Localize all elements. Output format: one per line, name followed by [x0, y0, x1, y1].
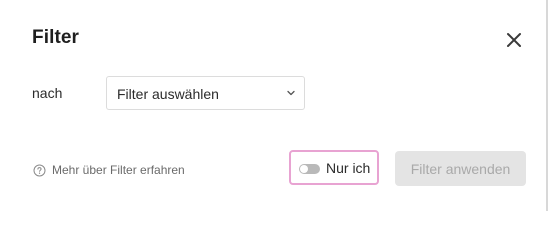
filter-select[interactable]: Filter auswählen [106, 76, 305, 110]
learn-more-text: Mehr über Filter erfahren [52, 163, 185, 177]
only-me-toggle[interactable]: Nur ich [289, 150, 379, 185]
chevron-down-icon [287, 90, 295, 96]
filter-dialog: Filter nach Filter auswählen Mehr über F… [0, 0, 548, 211]
help-circle-icon [33, 164, 46, 176]
close-button[interactable] [503, 29, 525, 51]
dialog-title: Filter [32, 27, 80, 48]
only-me-label: Nur ich [326, 160, 371, 176]
apply-filter-button[interactable]: Filter anwenden [395, 151, 526, 186]
close-icon [507, 33, 521, 47]
toggle-switch-knob [300, 165, 308, 173]
learn-more-link[interactable]: Mehr über Filter erfahren [33, 163, 185, 177]
filter-by-label: nach [32, 85, 63, 101]
filter-select-value: Filter auswählen [117, 86, 219, 102]
